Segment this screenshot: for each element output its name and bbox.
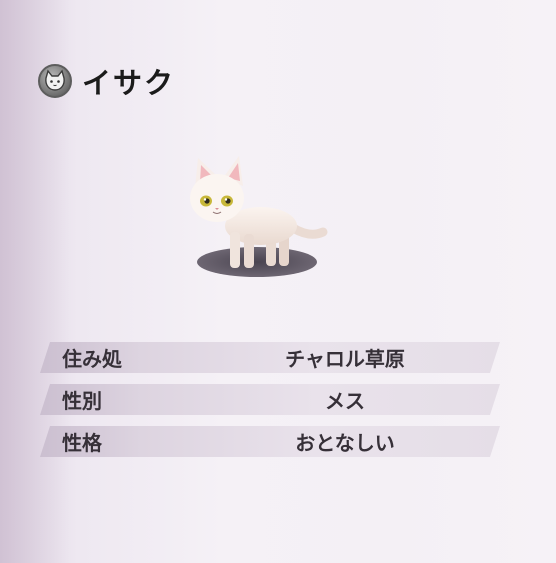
character-name: イサク: [82, 66, 176, 100]
gender-label: 性別: [62, 389, 102, 413]
detail-list: 住み処 チャロル草原 性別 メス 性格 おとなしい: [40, 342, 500, 468]
detail-row-habitat: 住み処 チャロル草原: [40, 342, 500, 373]
detail-row-personality: 性格 おとなしい: [40, 426, 500, 457]
white-cat-icon: [175, 150, 335, 285]
personality-label: 性格: [62, 431, 102, 455]
habitat-value: チャロル草原: [285, 347, 405, 371]
habitat-label: 住み処: [62, 347, 122, 371]
gender-value: メス: [325, 389, 365, 413]
profile-header: イサク: [38, 60, 175, 102]
personality-value: おとなしい: [295, 431, 395, 455]
cat-face-icon: [38, 64, 72, 98]
detail-row-gender: 性別 メス: [40, 384, 500, 415]
